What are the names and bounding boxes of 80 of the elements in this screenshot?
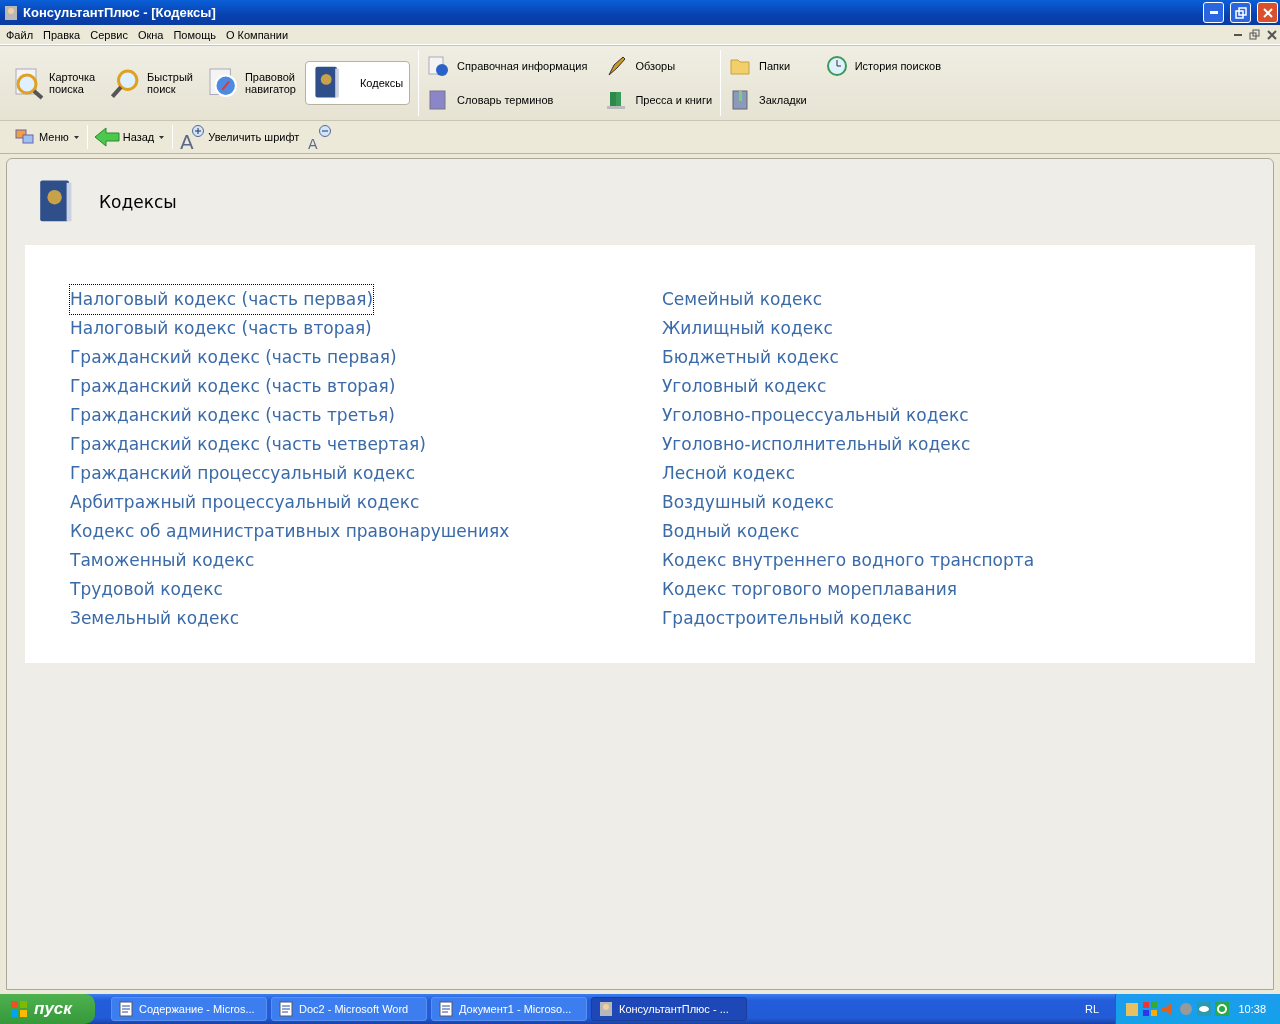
taskbar-button[interactable]: Документ1 - Microso... (431, 997, 587, 1021)
help-document-icon (427, 55, 450, 77)
code-link[interactable]: Гражданский кодекс (часть третья) (70, 401, 395, 430)
ribbon-button[interactable]: Обзоры (603, 49, 715, 83)
page-title: Кодексы (99, 192, 177, 212)
code-link[interactable]: Уголовно-исполнительный кодекс (662, 430, 971, 459)
window-title: КонсультантПлюс - [Кодексы] (23, 5, 217, 20)
code-link[interactable]: Уголовно-процессуальный кодекс (662, 401, 969, 430)
minimize-button[interactable] (1203, 2, 1224, 23)
document-icon (438, 1001, 454, 1017)
menu-item[interactable]: Файл (2, 28, 40, 41)
code-link[interactable]: Таможенный кодекс (70, 546, 255, 575)
code-link[interactable]: Жилищный кодекс (662, 314, 833, 343)
ribbon-button[interactable]: Справочная информация (425, 49, 590, 83)
menu-item[interactable]: Помощь (169, 28, 222, 41)
ribbon-button[interactable]: История поисков (822, 49, 944, 83)
app-logo-icon (3, 4, 19, 21)
document-icon (278, 1001, 294, 1017)
ring-icon (1214, 1001, 1230, 1017)
minimize-icon (1233, 33, 1242, 36)
back-button[interactable]: Назад (89, 127, 171, 147)
ribbon-button[interactable]: Словарь терминов (425, 83, 590, 117)
increase-font-button[interactable]: A Увеличить шрифт (175, 124, 304, 150)
ribbon-button[interactable]: Пресса и книги (603, 83, 715, 117)
code-link[interactable]: Водный кодекс (662, 517, 800, 546)
taskbar-button[interactable]: Doc2 - Microsoft Word (271, 997, 427, 1021)
restore-icon (1234, 6, 1247, 19)
document-icon (118, 1001, 134, 1017)
code-link[interactable]: Налоговый кодекс (часть вторая) (70, 314, 372, 343)
code-link[interactable]: Градостроительный кодекс (662, 604, 912, 633)
caret-icon (71, 133, 81, 141)
ribbon-button[interactable]: Быстрый поиск (104, 61, 200, 105)
code-link[interactable]: Арбитражный процессуальный кодекс (70, 488, 420, 517)
clock: 10:38 (1238, 1003, 1266, 1015)
restore-button[interactable] (1246, 26, 1263, 43)
taskbar-button[interactable]: КонсультантПлюс - ... (591, 997, 747, 1021)
caret-icon (157, 133, 167, 141)
code-link[interactable]: Гражданский кодекс (часть четвертая) (70, 430, 426, 459)
clipboard-icon (1124, 1001, 1140, 1017)
clock-icon (824, 55, 847, 77)
start-button[interactable]: пуск (0, 994, 95, 1024)
menu-button[interactable]: Меню (10, 127, 85, 147)
close-icon (1261, 6, 1274, 19)
taskbar-button[interactable]: Содержание - Micros... (111, 997, 267, 1021)
code-link[interactable]: Земельный кодекс (70, 604, 239, 633)
windows-icon (14, 127, 36, 147)
ribbon-button[interactable]: Кодексы (304, 61, 411, 105)
pen-icon (605, 55, 628, 77)
code-link[interactable]: Бюджетный кодекс (662, 343, 839, 372)
code-link[interactable]: Уголовный кодекс (662, 372, 827, 401)
restore-icon (1249, 29, 1260, 40)
close-button[interactable] (1257, 2, 1278, 23)
windows-flag-icon (10, 1000, 28, 1018)
ribbon-button[interactable]: Правовой навигатор (201, 61, 303, 105)
code-link[interactable]: Семейный кодекс (662, 285, 823, 314)
left-arrow-icon (93, 127, 120, 147)
ribbon-button[interactable]: Карточка поиска (6, 61, 103, 105)
books-icon (605, 89, 628, 111)
grid-icon (1142, 1001, 1158, 1017)
menu-item[interactable]: Окна (133, 28, 170, 41)
ribbon-button[interactable]: Папки (727, 49, 809, 83)
close-icon (1266, 29, 1277, 40)
code-link[interactable]: Воздушный кодекс (662, 488, 834, 517)
menu-item[interactable]: Сервис (86, 28, 134, 41)
minimize-icon (1209, 11, 1218, 14)
app-logo-icon (598, 1001, 614, 1017)
code-link[interactable]: Лесной кодекс (662, 459, 796, 488)
menu-item[interactable]: О Компании (221, 28, 295, 41)
code-link[interactable]: Налоговый кодекс (часть первая) (70, 285, 374, 314)
code-link[interactable]: Кодекс об административных правонарушениях (70, 517, 510, 546)
code-link[interactable]: Гражданский кодекс (часть вторая) (70, 372, 396, 401)
code-link[interactable]: Гражданский кодекс (часть первая) (70, 343, 397, 372)
language-indicator[interactable]: RL (1084, 1003, 1099, 1015)
code-link[interactable]: Гражданский процессуальный кодекс (70, 459, 416, 488)
ribbon-button[interactable]: Закладки (727, 83, 809, 117)
restore-button[interactable] (1230, 2, 1251, 23)
code-link[interactable]: Кодекс торгового мореплавания (662, 575, 957, 604)
code-link[interactable]: Трудовой кодекс (70, 575, 223, 604)
code-link[interactable]: Кодекс внутреннего водного транспорта (662, 546, 1035, 575)
menu-item[interactable]: Правка (39, 28, 87, 41)
